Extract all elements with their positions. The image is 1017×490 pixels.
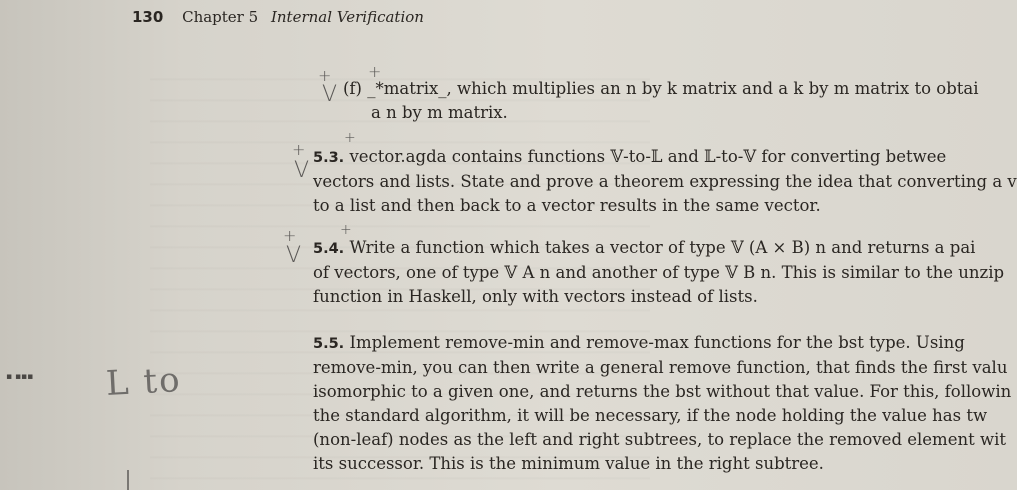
exercise-5-5-line-6: its successor. This is the minimum value…	[313, 454, 824, 473]
exercise-item-f: (f) _*matrix_, which multiplies an n by …	[343, 77, 979, 125]
item-f-line-1: (f) _*matrix_, which multiplies an n by …	[343, 79, 979, 98]
exercise-5-3-line-1: vector.agda contains functions 𝕍-to-𝕃 an…	[349, 147, 947, 166]
exercise-5-5-line-1: Implement remove-min and remove-max func…	[349, 333, 965, 352]
exercise-5-5-line-3: isomorphic to a given one, and returns t…	[313, 382, 1012, 401]
pencil-plus-mark: +	[340, 222, 352, 238]
pencil-plus-mark: +	[292, 140, 306, 159]
exercise-5-3-line-3: to a list and then back to a vector resu…	[313, 196, 821, 215]
exercise-5-5-line-2: remove-min, you can then write a general…	[313, 358, 1008, 377]
pencil-plus-mark: +	[368, 62, 382, 81]
exercise-5-5: 5.5. Implement remove-min and remove-max…	[313, 331, 1011, 476]
exercise-5-5-line-5: (non-leaf) nodes as the left and right s…	[313, 430, 1006, 449]
exercise-number: 5.5.	[313, 336, 345, 352]
book-page: 130 Chapter 5 Internal Verification (f) …	[0, 0, 1017, 490]
exercise-number: 5.3.	[313, 150, 345, 166]
exercise-5-4-line-2: of vectors, one of type 𝕍 A n and anothe…	[313, 263, 1005, 282]
margin-pencil-stroke	[127, 470, 129, 490]
margin-handwriting: L to	[105, 360, 183, 404]
exercise-5-4: 5.4. Write a function which takes a vect…	[313, 236, 1004, 309]
pencil-check-mark: V	[294, 158, 310, 183]
exercise-5-5-line-4: the standard algorithm, it will be neces…	[313, 406, 988, 425]
exercise-5-3: 5.3. vector.agda contains functions 𝕍-to…	[313, 145, 1017, 218]
chapter-label: Chapter 5	[182, 8, 259, 26]
exercise-5-4-line-1: Write a function which takes a vector of…	[349, 238, 976, 257]
page-number: 130	[132, 8, 164, 26]
exercise-5-3-line-2: vectors and lists. State and prove a the…	[313, 172, 1017, 191]
exercise-number: 5.4.	[313, 241, 345, 257]
margin-smudge: ▪︎ ▪▪▪	[6, 372, 34, 382]
running-header: 130 Chapter 5 Internal Verification	[132, 8, 424, 26]
pencil-check-mark: V	[322, 82, 338, 107]
pencil-plus-mark: +	[344, 130, 356, 146]
exercise-5-4-line-3: function in Haskell, only with vectors i…	[313, 287, 758, 306]
chapter-title: Internal Verification	[270, 8, 424, 26]
pencil-check-mark: V	[286, 243, 302, 268]
item-f-line-2: a n by m matrix.	[371, 103, 508, 122]
